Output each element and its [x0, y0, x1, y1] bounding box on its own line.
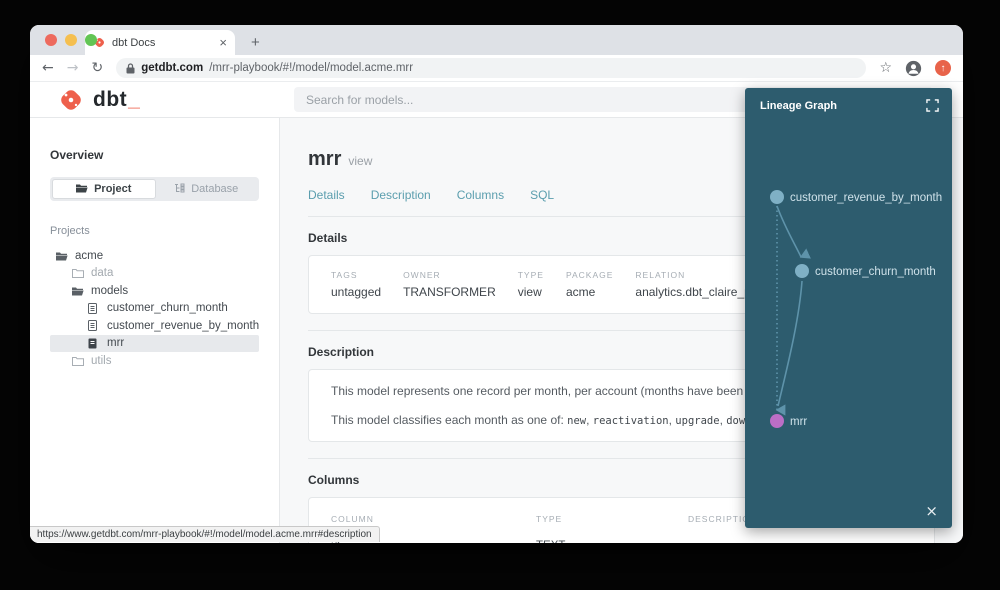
table-row[interactable]: idTEXT	[331, 532, 912, 543]
svg-text:customer_revenue_by_month: customer_revenue_by_month	[790, 192, 942, 204]
tree-item-models[interactable]: models	[50, 282, 259, 300]
url-bar[interactable]: getdbt.com /mrr-playbook/#!/model/model.…	[116, 58, 867, 78]
tree-item-utils[interactable]: utils	[50, 352, 259, 370]
file-filled-icon	[88, 337, 100, 349]
folder-icon	[72, 355, 84, 367]
projects-label: Projects	[50, 225, 90, 237]
tab-columns[interactable]: Columns	[457, 188, 504, 202]
lineage-edge	[777, 280, 803, 407]
page-title: mrr	[308, 148, 342, 170]
forward-icon[interactable]: →	[67, 61, 79, 75]
reload-icon[interactable]: ↻	[91, 61, 103, 75]
sidebar: Overview Project Database Projects acme da…	[30, 118, 280, 543]
close-icon[interactable]: ×	[925, 504, 938, 519]
logo-text: dbt	[93, 87, 128, 111]
sidebar-item-overview[interactable]: Overview	[50, 148, 259, 162]
browser-update-icon[interactable]: ↑	[935, 60, 951, 76]
traffic-lights	[45, 34, 97, 46]
tree-item-data[interactable]: data	[50, 265, 259, 283]
bookmark-star-icon[interactable]: ☆	[879, 60, 892, 76]
project-database-toggle: Project Database	[50, 177, 259, 201]
project-tree: acme data models customer_churn_month custom…	[50, 247, 259, 370]
folder-open-icon	[56, 250, 68, 262]
database-icon	[174, 183, 185, 196]
model-type-badge: view	[348, 154, 373, 168]
dbt-logo-icon	[61, 89, 81, 110]
source-tab-project[interactable]: Project	[52, 179, 156, 199]
detail-field-type: TYPE view	[517, 270, 544, 299]
tab-description[interactable]: Description	[371, 188, 431, 202]
close-window-button[interactable]	[45, 34, 57, 46]
tree-item-customer_revenue_by_month[interactable]: customer_revenue_by_month	[50, 317, 259, 335]
tab-close-icon[interactable]: ×	[219, 36, 227, 49]
back-icon[interactable]: ←	[42, 61, 54, 75]
inline-code: upgrade	[675, 415, 720, 427]
inline-code: reactivation	[592, 415, 669, 427]
svg-text:mrr: mrr	[790, 416, 807, 428]
browser-tabstrip: dbt Docs × +	[30, 25, 963, 55]
tree-item-mrr[interactable]: mrr	[50, 334, 259, 352]
minimize-window-button[interactable]	[65, 34, 77, 46]
lock-icon	[126, 62, 135, 73]
browser-tab[interactable]: dbt Docs ×	[85, 30, 235, 55]
detail-field-package: PACKAGE acme	[565, 270, 614, 299]
source-tab-database[interactable]: Database	[156, 179, 258, 199]
url-path: /mrr-playbook/#!/model/model.acme.mrr	[209, 62, 414, 74]
file-icon	[88, 320, 100, 332]
lineage-node-customer_churn_month[interactable]: customer_churn_month	[795, 264, 936, 278]
detail-field-tags: TAGS untagged	[331, 270, 382, 299]
logo-cursor: _	[128, 87, 140, 111]
tree-item-acme[interactable]: acme	[50, 247, 259, 265]
browser-toolbar: ← → ↻ getdbt.com /mrr-playbook/#!/model/…	[30, 55, 963, 82]
svg-text:customer_churn_month: customer_churn_month	[815, 266, 936, 278]
url-domain: getdbt.com	[141, 62, 204, 74]
folder-icon	[76, 183, 88, 196]
dbt-logo[interactable]: dbt_	[30, 87, 280, 113]
inline-code: new	[567, 415, 587, 427]
status-url-tooltip: https://www.getdbt.com/mrr-playbook/#!/m…	[30, 526, 380, 542]
browser-window: dbt Docs × + ← → ↻ getdbt.com /mrr-playb…	[30, 25, 963, 543]
tree-item-customer_churn_month[interactable]: customer_churn_month	[50, 300, 259, 318]
tab-details[interactable]: Details	[308, 188, 345, 202]
folder-icon	[72, 267, 84, 279]
zoom-window-button[interactable]	[85, 34, 97, 46]
detail-field-owner: OWNER TRANSFORMER	[403, 270, 496, 299]
folder-open-icon	[72, 285, 84, 297]
lineage-node-customer_revenue_by_month[interactable]: customer_revenue_by_month	[770, 190, 942, 204]
lineage-edge	[776, 205, 811, 259]
lineage-graph-panel: customer_revenue_by_month customer_churn_…	[745, 88, 952, 528]
lineage-node-mrr[interactable]: mrr	[770, 414, 807, 428]
new-tab-button[interactable]: +	[245, 34, 266, 51]
screenshot-stage: dbt Docs × + ← → ↻ getdbt.com /mrr-playb…	[0, 0, 1000, 590]
file-icon	[88, 302, 100, 314]
profile-avatar-icon[interactable]	[905, 60, 922, 77]
lineage-graph[interactable]: customer_revenue_by_month customer_churn_…	[745, 88, 952, 528]
tab-title: dbt Docs	[112, 36, 156, 49]
tab-sql[interactable]: SQL	[530, 188, 554, 202]
column-header: TYPE	[536, 514, 563, 524]
